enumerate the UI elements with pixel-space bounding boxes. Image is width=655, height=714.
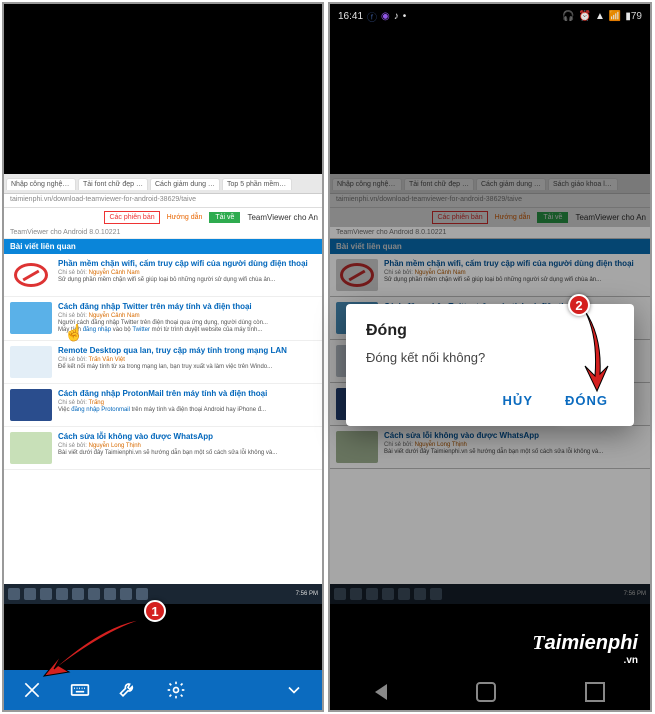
article-item[interactable]: Cách sửa lỗi không vào được WhatsApp Chi… — [4, 427, 322, 470]
wifi-icon: ▲ — [595, 11, 605, 22]
versions-button[interactable]: Các phiên bản — [104, 211, 159, 224]
url-bar[interactable]: taimienphi.vn/download-teamviewer-for-an… — [4, 194, 322, 208]
browser-tab[interactable]: Cách giảm dung lượng ảnh, né... — [150, 178, 220, 190]
left-phone-frame: Nhập công nghệ và... Tải font chữ đẹp on… — [2, 2, 324, 712]
collapse-button[interactable] — [274, 670, 314, 710]
article-title[interactable]: Cách đăng nhập Twitter trên máy tính và … — [58, 302, 316, 312]
related-section-header: Bài viết liên quan — [4, 239, 322, 254]
taskbar-icon[interactable] — [120, 588, 132, 600]
watermark-logo: TTaimienphiaimienphi.vn — [532, 632, 638, 666]
article-excerpt: Việc đăng nhập Protonmail trên máy tính … — [58, 407, 316, 415]
chevron-down-icon — [284, 680, 304, 700]
article-title[interactable]: Cách đăng nhập ProtonMail trên máy tính … — [58, 389, 316, 399]
remote-letterbox-top — [4, 4, 322, 174]
guide-button[interactable]: Hướng dẫn — [163, 212, 207, 223]
article-item[interactable]: Cách đăng nhập Twitter trên máy tính và … — [4, 297, 322, 341]
remote-desktop-view[interactable]: Nhập công nghệ và... Tải font chữ đẹp on… — [4, 174, 322, 604]
gear-icon — [166, 680, 186, 700]
download-button[interactable]: Tải về — [209, 212, 240, 223]
article-item[interactable]: Cách đăng nhập ProtonMail trên máy tính … — [4, 384, 322, 427]
taskbar-icon[interactable] — [56, 588, 68, 600]
taskbar-icon[interactable] — [24, 588, 36, 600]
article-thumb-icon — [10, 389, 52, 421]
article-item[interactable]: Phần mềm chặn wifi, cấm truy cập wifi củ… — [4, 254, 322, 297]
article-thumb-icon — [10, 432, 52, 464]
more-icon: • — [403, 11, 407, 22]
page-subtitle: TeamViewer cho Android 8.0.10221 — [4, 227, 322, 239]
android-statusbar: 16:41 ⓕ ◉ ♪ • 🎧 ⏰ ▲ 📶 ▮79 — [330, 4, 650, 28]
browser-tabstrip[interactable]: Nhập công nghệ và... Tải font chữ đẹp on… — [4, 174, 322, 194]
browser-tab[interactable]: Top 5 phần mềm học tiếng an... — [222, 178, 292, 190]
article-excerpt: Người cách đăng nhập Twitter trên điện t… — [58, 320, 316, 336]
hand-cursor-icon: ☝ — [64, 323, 84, 343]
browser-tab[interactable]: Nhập công nghệ và... — [6, 178, 76, 190]
signal-icon: 📶 — [609, 11, 621, 22]
article-item[interactable]: Remote Desktop qua lan, truy cập máy tín… — [4, 341, 322, 384]
android-navbar — [330, 674, 650, 710]
settings-button[interactable] — [156, 670, 196, 710]
facebook-icon: ⓕ — [367, 9, 377, 24]
taskbar-icon[interactable] — [88, 588, 100, 600]
taskbar-clock: 7:56 PM — [296, 591, 318, 597]
dialog-cancel-button[interactable]: HỦY — [497, 385, 539, 416]
windows-taskbar[interactable]: 7:56 PM — [4, 584, 322, 604]
alarm-icon: ⏰ — [579, 11, 591, 22]
article-excerpt: Sử dụng phần mềm chặn wifi sẽ giúp loại … — [58, 277, 316, 285]
article-thumb-icon — [10, 259, 52, 291]
tiktok-icon: ♪ — [394, 11, 399, 22]
callout-arrow-2 — [570, 306, 620, 401]
callout-arrow-1 — [34, 614, 154, 689]
callout-badge-2: 2 — [568, 294, 590, 316]
headphones-icon: 🎧 — [562, 11, 574, 22]
taskbar-icon[interactable] — [72, 588, 84, 600]
article-title[interactable]: Phần mềm chặn wifi, cấm truy cập wifi củ… — [58, 259, 316, 269]
callout-badge-1: 1 — [144, 600, 166, 622]
article-thumb-icon — [10, 302, 52, 334]
right-phone-frame: 16:41 ⓕ ◉ ♪ • 🎧 ⏰ ▲ 📶 ▮79 Nhập công nghệ… — [328, 2, 652, 712]
article-title[interactable]: Cách sửa lỗi không vào được WhatsApp — [58, 432, 316, 442]
taskbar-icon[interactable] — [136, 588, 148, 600]
page-header-buttons: Các phiên bản Hướng dẫn Tải về TeamViewe… — [4, 208, 322, 227]
taskbar-icon[interactable] — [104, 588, 116, 600]
browser-tab[interactable]: Tải font chữ đẹp online, thủ... — [78, 178, 148, 190]
nav-back-button[interactable] — [375, 684, 387, 700]
nav-home-button[interactable] — [476, 682, 496, 702]
messenger-icon: ◉ — [381, 11, 390, 22]
article-title[interactable]: Remote Desktop qua lan, truy cập máy tín… — [58, 346, 316, 356]
page-title: TeamViewer cho An — [243, 213, 318, 222]
article-excerpt: Để kết nối máy tính từ xa trong mạng lan… — [58, 364, 316, 372]
start-icon[interactable] — [8, 588, 20, 600]
article-excerpt: Bài viết dưới đây Taimienphi.vn sẽ hướng… — [58, 450, 316, 458]
taskbar-icon[interactable] — [40, 588, 52, 600]
article-thumb-icon — [10, 346, 52, 378]
nav-recent-button[interactable] — [585, 682, 605, 702]
battery-label: ▮79 — [625, 11, 642, 22]
status-time: 16:41 — [338, 11, 363, 22]
